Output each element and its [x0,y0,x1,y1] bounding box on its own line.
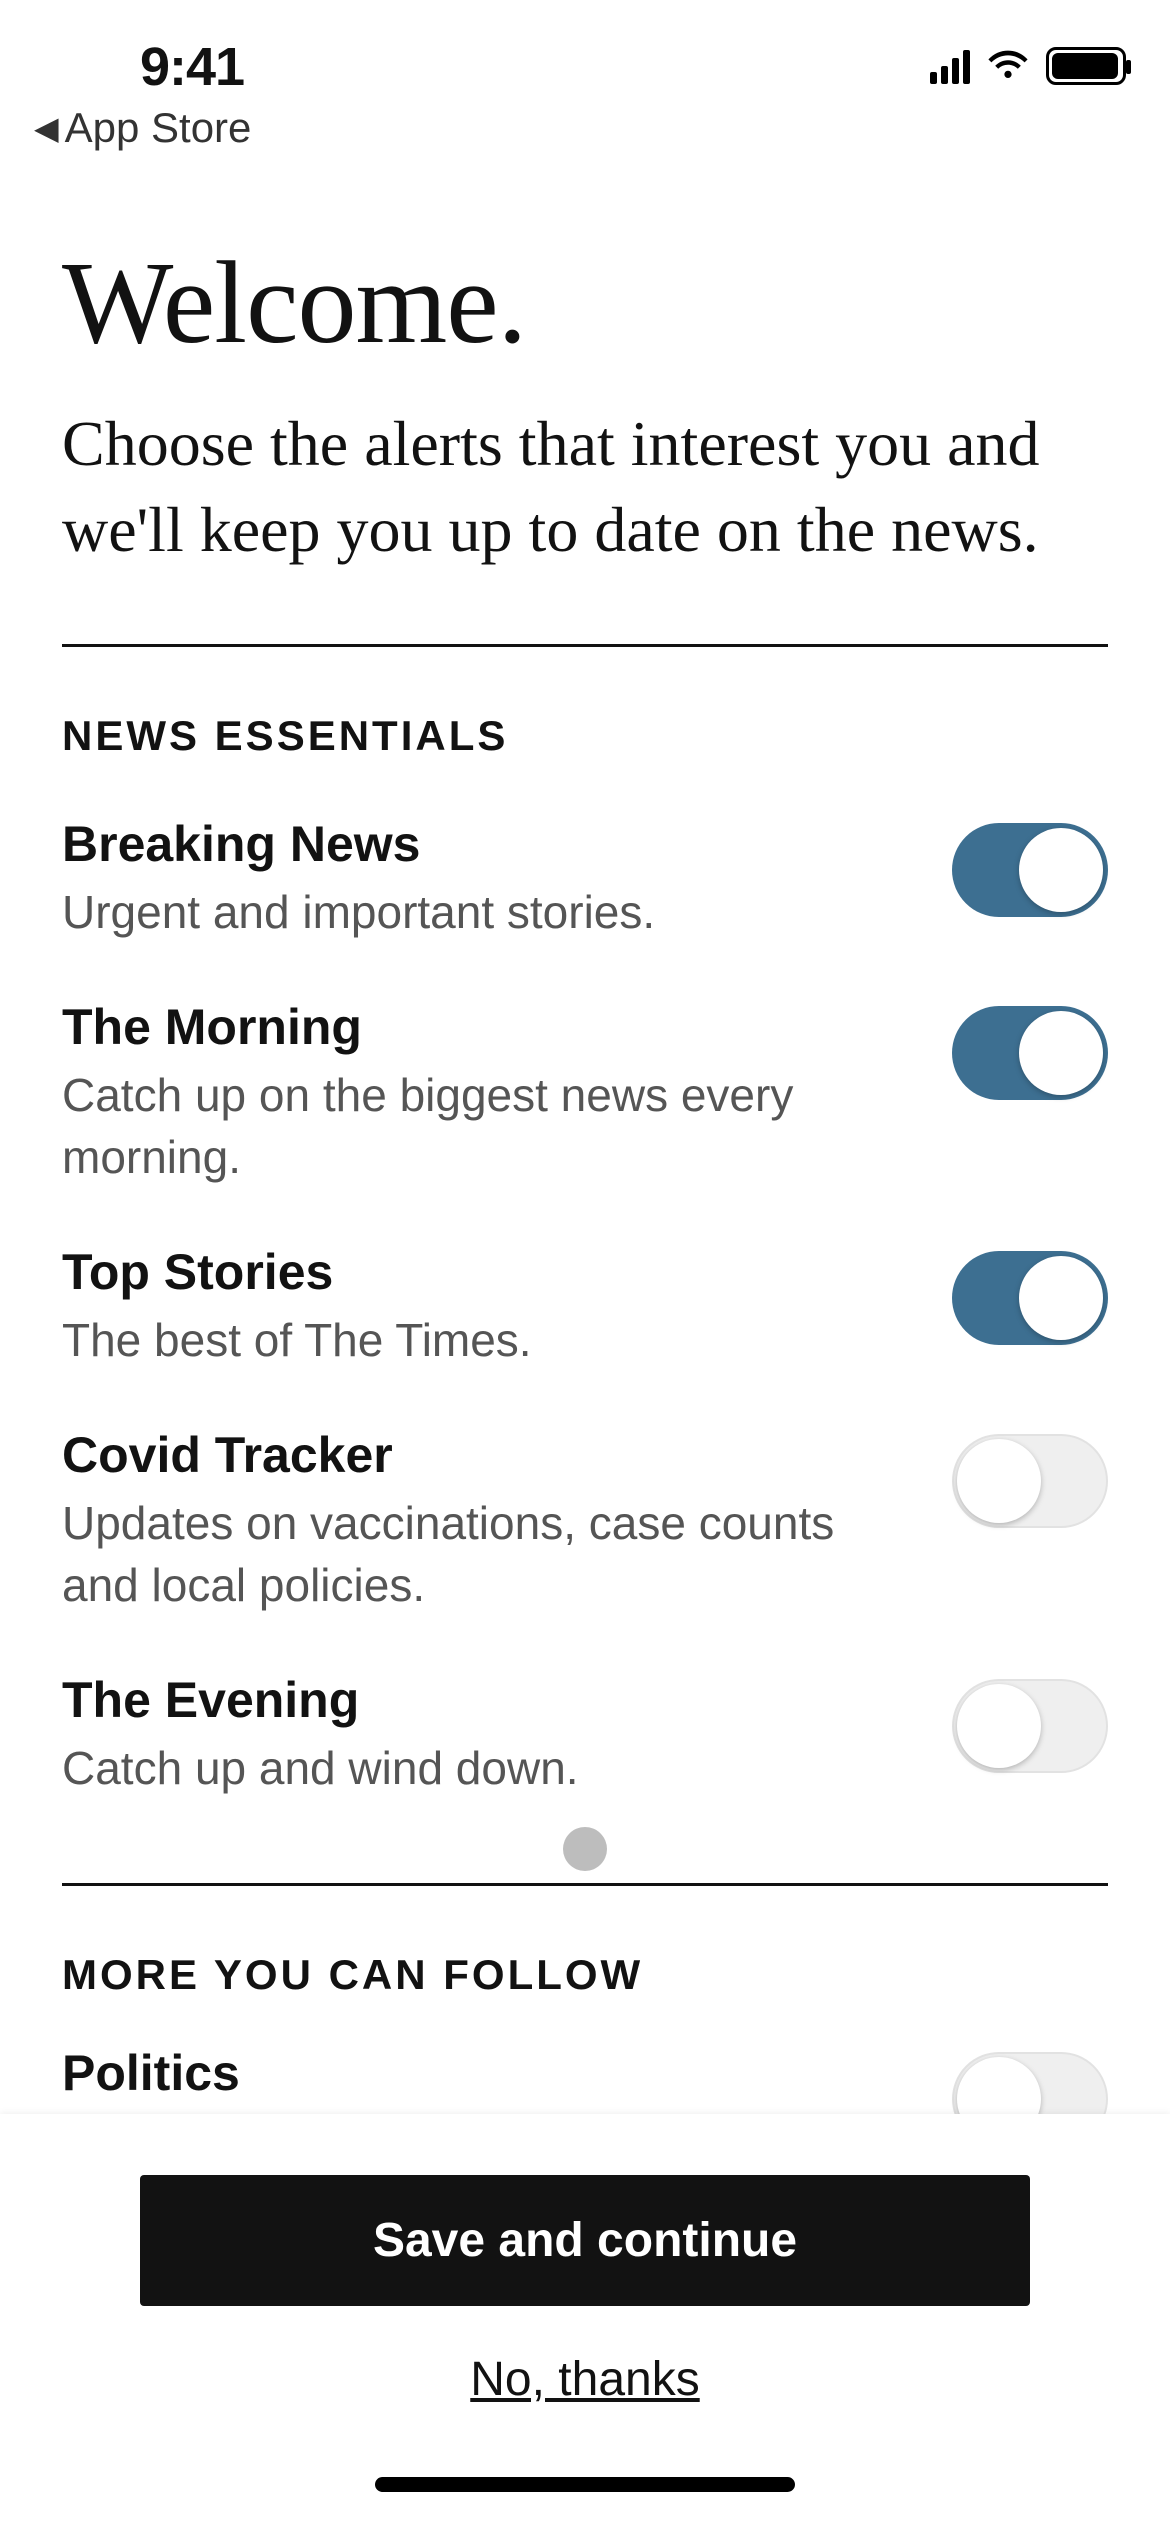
alert-title: The Evening [62,1671,912,1729]
alert-title: Top Stories [62,1243,912,1301]
alert-row-the-evening: The Evening Catch up and wind down. [62,1671,1108,1799]
status-bar: 9:41 ◀ App Store [0,0,1170,160]
welcome-title: Welcome. [62,235,1108,371]
section-news-essentials: NEWS ESSENTIALS [62,712,1108,760]
welcome-subhead: Choose the alerts that interest you and … [62,401,1108,574]
scroll-indicator-dot [563,1827,607,1871]
alert-desc: Urgent and important stories. [62,881,912,943]
alert-title: Covid Tracker [62,1426,912,1484]
alert-desc: Updates on vaccinations, case counts and… [62,1492,912,1616]
divider [62,644,1108,647]
alert-title: Breaking News [62,815,912,873]
bottom-action-bar: Save and continue No, thanks [0,2114,1170,2532]
divider [62,1883,1108,1886]
status-right [930,44,1126,88]
alert-title: The Morning [62,998,912,1056]
alert-row-top-stories: Top Stories The best of The Times. [62,1243,1108,1371]
home-indicator [375,2477,795,2492]
section-more-you-can-follow: MORE YOU CAN FOLLOW [62,1951,1108,1999]
toggle-the-evening[interactable] [952,1679,1108,1773]
wifi-icon [986,44,1030,88]
alert-title: Politics [62,2044,912,2102]
cellular-signal-icon [930,48,970,84]
toggle-top-stories[interactable] [952,1251,1108,1345]
toggle-breaking-news[interactable] [952,823,1108,917]
status-time: 9:41 [140,36,244,98]
alert-row-covid-tracker: Covid Tracker Updates on vaccinations, c… [62,1426,1108,1616]
back-app-label: App Store [65,104,252,152]
alert-desc: Catch up and wind down. [62,1737,912,1799]
alert-desc: The best of The Times. [62,1309,912,1371]
back-to-app-store[interactable]: ◀ App Store [34,104,251,152]
battery-icon [1046,47,1126,85]
no-thanks-link[interactable]: No, thanks [470,2352,699,2407]
back-caret-icon: ◀ [34,109,59,147]
alert-desc: Catch up on the biggest news every morni… [62,1064,912,1188]
onboarding-content: Welcome. Choose the alerts that interest… [0,185,1170,2173]
alert-row-breaking-news: Breaking News Urgent and important stori… [62,815,1108,943]
save-and-continue-button[interactable]: Save and continue [140,2175,1030,2306]
alert-row-the-morning: The Morning Catch up on the biggest news… [62,998,1108,1188]
toggle-the-morning[interactable] [952,1006,1108,1100]
toggle-covid-tracker[interactable] [952,1434,1108,1528]
